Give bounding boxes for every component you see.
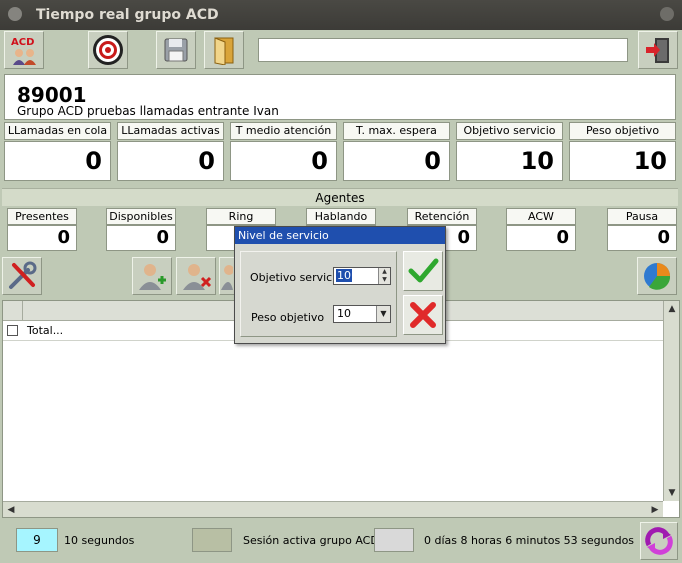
agent-value: 0 xyxy=(607,225,677,251)
agent-label: Presentes xyxy=(7,208,77,225)
scroll-down-icon[interactable]: ▼ xyxy=(664,485,680,501)
agent-pause: Pausa 0 xyxy=(607,208,677,252)
cancel-button[interactable] xyxy=(403,295,443,335)
add-user-icon xyxy=(139,264,166,290)
vertical-scrollbar[interactable]: ▲ ▼ xyxy=(663,301,679,501)
window-close-button[interactable] xyxy=(8,7,22,21)
stat-value: 10 xyxy=(569,141,676,181)
stat-objective-weight: Peso objetivo 10 xyxy=(569,122,676,182)
weight-select[interactable]: 10 ▼ xyxy=(333,305,391,323)
agent-value: 0 xyxy=(7,225,77,251)
stat-label: Objetivo servicio xyxy=(456,122,563,140)
refresh-interval-label: 10 segundos xyxy=(64,534,135,547)
acd-agent-button[interactable]: ACD xyxy=(4,31,44,69)
spinner-arrows-icon[interactable]: ▲ ▼ xyxy=(378,268,390,284)
title-bar: Tiempo real grupo ACD xyxy=(0,0,682,30)
agent-label: Ring xyxy=(206,208,276,225)
stat-max-wait: T. max. espera 0 xyxy=(343,122,450,182)
stat-service-objective: Objetivo servicio 10 xyxy=(456,122,563,182)
objective-label: Objetivo servicio xyxy=(250,271,342,284)
elapsed-time: 0 días 8 horas 6 minutos 53 segundos xyxy=(424,534,635,547)
acd-realtime-window: Tiempo real grupo ACD ACD 89001 Grupo AC… xyxy=(0,0,682,563)
agent-present: Presentes 0 xyxy=(7,208,77,252)
stat-label: LLamadas activas xyxy=(117,122,224,140)
open-door-button[interactable] xyxy=(204,31,244,69)
checkmark-icon xyxy=(408,258,439,283)
weight-label: Peso objetivo xyxy=(251,311,325,324)
status-bar: 9 10 segundos Sesión activa grupo ACD 0 … xyxy=(0,520,682,563)
session-indicator xyxy=(192,528,232,552)
stat-value: 0 xyxy=(343,141,450,181)
objective-value[interactable]: 10 xyxy=(336,269,352,282)
door-open-icon xyxy=(214,37,234,65)
scroll-up-icon[interactable]: ▲ xyxy=(664,301,680,317)
exit-icon xyxy=(646,38,669,63)
elapsed-indicator xyxy=(374,528,414,552)
svg-text:ACD: ACD xyxy=(11,37,34,48)
user-icon xyxy=(221,265,233,290)
exit-button[interactable] xyxy=(638,31,678,69)
add-agent-button[interactable] xyxy=(132,257,172,295)
pie-chart-icon xyxy=(644,263,671,290)
stat-label: LLamadas en cola xyxy=(4,122,111,140)
agent-available: Disponibles 0 xyxy=(106,208,176,252)
stat-value: 0 xyxy=(230,141,337,181)
agent-label: Hablando xyxy=(306,208,376,225)
weight-value: 10 xyxy=(337,307,351,320)
agent-label: Retención xyxy=(407,208,477,225)
session-label: Sesión activa grupo ACD xyxy=(243,534,379,547)
agent-value: 0 xyxy=(106,225,176,251)
stat-value: 0 xyxy=(4,141,111,181)
group-description: Grupo ACD pruebas llamadas entrante Ivan xyxy=(17,104,279,118)
stat-label: T. max. espera xyxy=(343,122,450,140)
accept-button[interactable] xyxy=(403,251,443,291)
main-toolbar: ACD xyxy=(0,30,682,72)
agents-section-title: Agentes xyxy=(2,188,678,206)
row-label: Total... xyxy=(27,324,64,337)
stat-value: 0 xyxy=(117,141,224,181)
agent-label: Pausa xyxy=(607,208,677,225)
search-input[interactable] xyxy=(258,38,628,62)
group-header: 89001 Grupo ACD pruebas llamadas entrant… xyxy=(4,74,676,120)
acd-agent-icon: ACD xyxy=(11,37,36,65)
horizontal-scrollbar[interactable]: ◀ ▶ xyxy=(3,501,663,517)
save-icon xyxy=(164,38,188,62)
refresh-interval-field[interactable]: 9 xyxy=(16,528,58,552)
target-button[interactable] xyxy=(88,31,128,69)
agent-value: 0 xyxy=(506,225,576,251)
remove-agent-button[interactable] xyxy=(176,257,216,295)
agent-label: ACW xyxy=(506,208,576,225)
stat-calls-queue: LLamadas en cola 0 xyxy=(4,122,111,182)
window-maximize-button[interactable] xyxy=(660,7,674,21)
stat-label: Peso objetivo xyxy=(569,122,676,140)
stat-calls-active: LLamadas activas 0 xyxy=(117,122,224,182)
chart-button[interactable] xyxy=(637,257,677,295)
dialog-title: Nivel de servicio xyxy=(235,227,445,244)
dialog-fields-panel xyxy=(240,251,397,337)
save-button[interactable] xyxy=(156,31,196,69)
window-title: Tiempo real grupo ACD xyxy=(36,7,219,23)
agent-label: Disponibles xyxy=(106,208,176,225)
agent-action-button[interactable] xyxy=(219,257,235,295)
target-icon xyxy=(93,35,123,65)
refresh-button[interactable] xyxy=(640,522,678,560)
stat-avg-attention: T medio atención 0 xyxy=(230,122,337,182)
refresh-icon xyxy=(645,527,673,555)
row-checkbox[interactable] xyxy=(7,325,18,336)
stat-label: T medio atención xyxy=(230,122,337,140)
remove-user-icon xyxy=(183,264,212,290)
tools-icon xyxy=(9,261,37,289)
chevron-down-icon[interactable]: ▼ xyxy=(376,306,390,322)
scroll-left-icon[interactable]: ◀ xyxy=(3,502,19,518)
scroll-right-icon[interactable]: ▶ xyxy=(647,502,663,518)
stat-value: 10 xyxy=(456,141,563,181)
tools-button[interactable] xyxy=(2,257,42,295)
close-icon xyxy=(410,302,436,328)
objective-spinner[interactable]: 10 ▲ ▼ xyxy=(333,267,391,285)
agent-acw: ACW 0 xyxy=(506,208,576,252)
grid-header-check-column xyxy=(3,301,23,321)
service-level-dialog: Nivel de servicio Objetivo servicio 10 ▲… xyxy=(234,226,446,344)
